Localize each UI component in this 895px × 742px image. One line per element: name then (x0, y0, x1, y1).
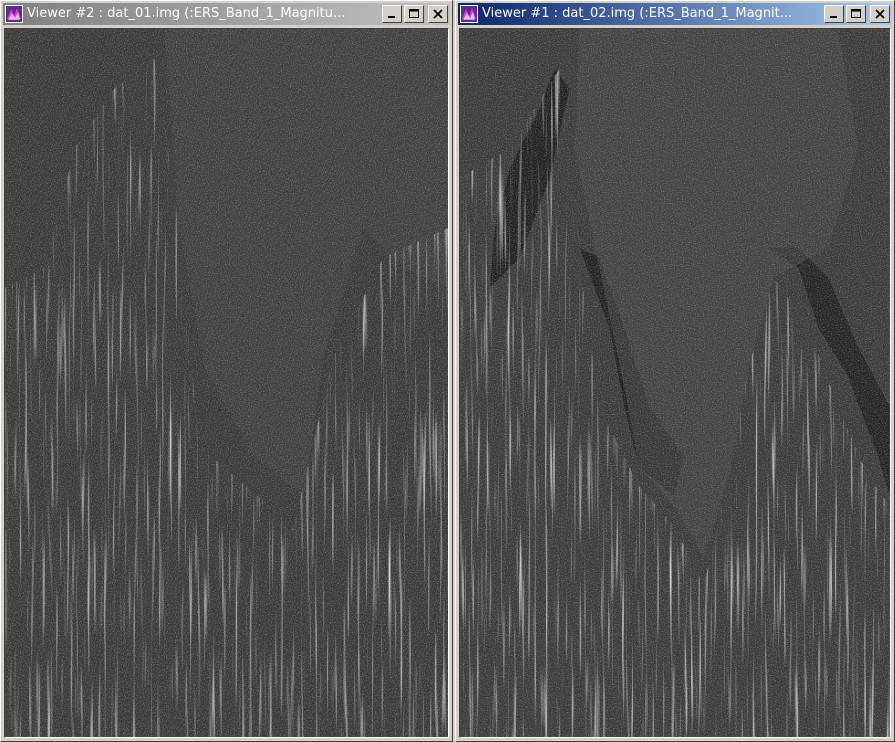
viewer-app-icon[interactable] (460, 5, 478, 23)
viewer-2-close-button[interactable] (428, 5, 448, 23)
viewer-1-close-button[interactable] (870, 5, 890, 23)
viewer-2-window-controls (382, 5, 448, 23)
viewer-app-icon[interactable] (5, 5, 23, 23)
viewer-1-maximize-button[interactable] (846, 5, 866, 23)
viewer-window-2[interactable]: Viewer #2 : dat_01.img (:ERS_Band_1_Magn… (0, 0, 453, 742)
viewer-1-titlebar[interactable]: Viewer #1 : dat_02.img (:ERS_Band_1_Magn… (458, 3, 892, 25)
viewer-2-maximize-button[interactable] (404, 5, 424, 23)
viewer-1-minimize-button[interactable] (824, 5, 844, 23)
viewer-2-title: Viewer #2 : dat_01.img (:ERS_Band_1_Magn… (27, 6, 346, 21)
viewer-1-window-controls (824, 5, 890, 23)
sar-image-dat-01-render (5, 29, 448, 737)
close-icon (875, 9, 885, 19)
close-icon (433, 9, 443, 19)
viewer-2-minimize-button[interactable] (382, 5, 402, 23)
minimize-icon (830, 16, 837, 18)
sar-image-dat-02[interactable] (459, 28, 891, 738)
sar-image-dat-02-render (460, 29, 890, 737)
maximize-icon (851, 9, 861, 18)
minimize-icon (388, 16, 395, 18)
maximize-icon (409, 9, 419, 18)
desktop: Viewer #2 : dat_01.img (:ERS_Band_1_Magn… (0, 0, 895, 742)
viewer-1-title: Viewer #1 : dat_02.img (:ERS_Band_1_Magn… (482, 6, 793, 21)
viewer-2-titlebar[interactable]: Viewer #2 : dat_01.img (:ERS_Band_1_Magn… (3, 3, 450, 25)
viewer-window-1[interactable]: Viewer #1 : dat_02.img (:ERS_Band_1_Magn… (455, 0, 895, 742)
sar-image-dat-01[interactable] (4, 28, 449, 738)
